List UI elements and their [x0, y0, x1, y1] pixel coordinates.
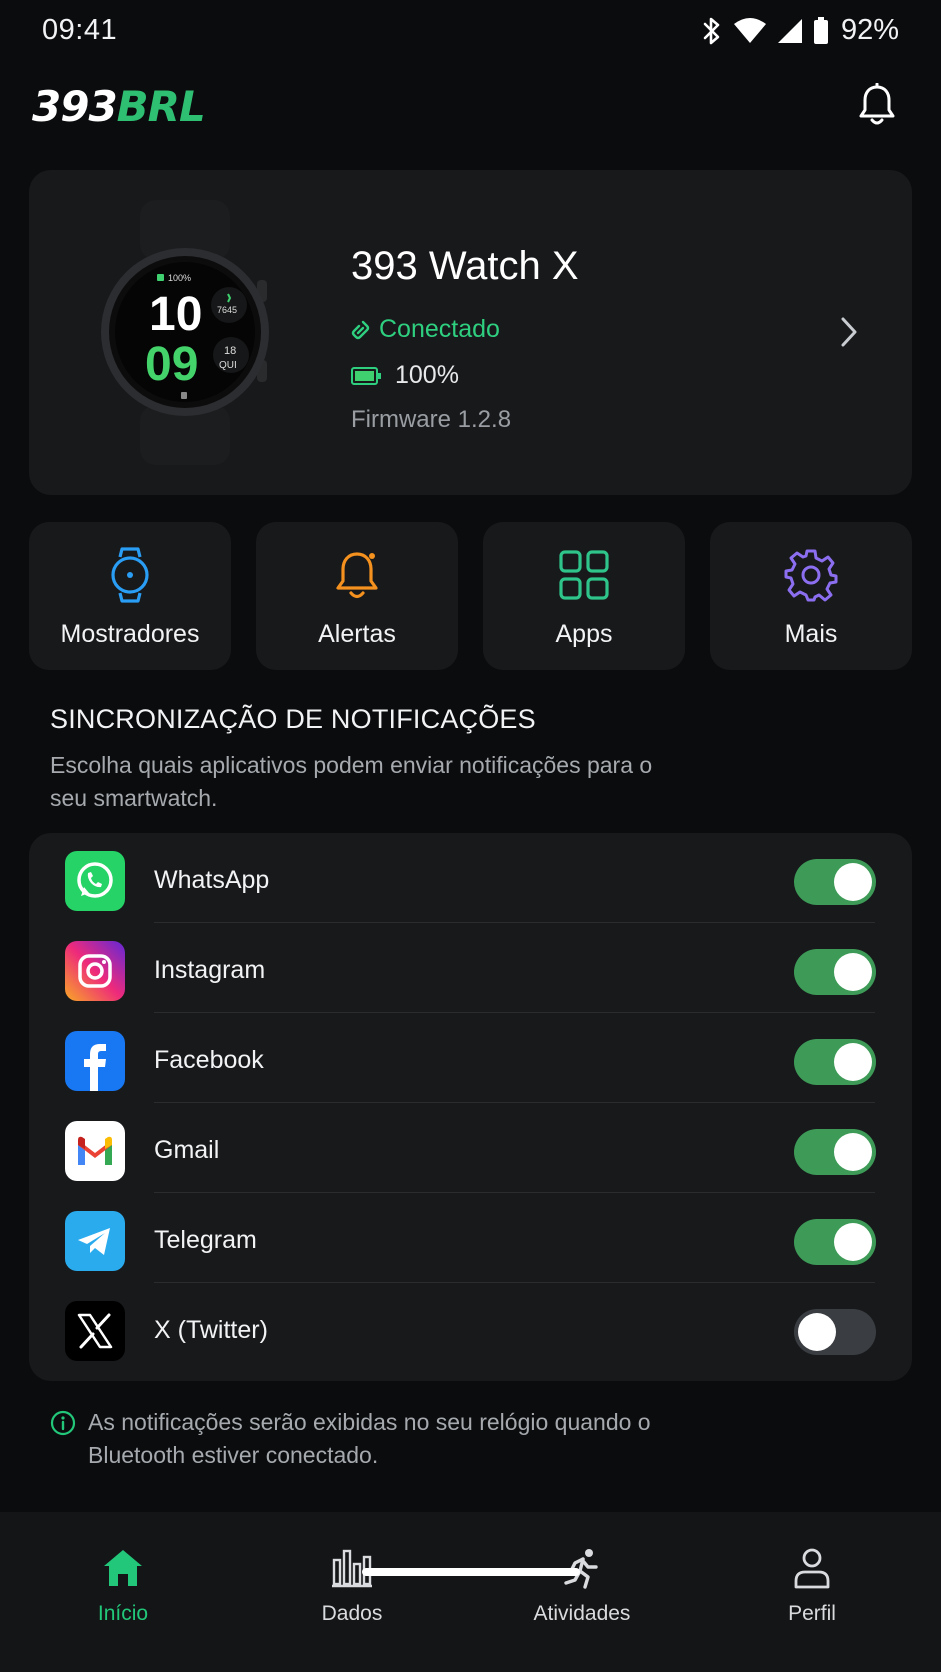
quick-action-apps[interactable]: Apps	[483, 522, 685, 670]
home-indicator	[362, 1568, 580, 1576]
nav-data[interactable]: Dados	[272, 1532, 432, 1632]
home-icon	[104, 1550, 142, 1586]
bluetooth-icon	[703, 17, 720, 44]
battery-icon	[351, 366, 381, 385]
device-battery-text: 100%	[395, 361, 459, 389]
list-item-x-twitter: X (Twitter)	[29, 1283, 912, 1373]
quick-action-watchfaces[interactable]: Mostradores	[29, 522, 231, 670]
wifi-icon	[733, 17, 766, 43]
notifications-section-subtitle: Escolha quais aplicativos podem enviar n…	[50, 752, 653, 811]
instagram-icon	[65, 941, 125, 1001]
nav-activities[interactable]: Atividades	[502, 1532, 662, 1632]
gmail-icon	[65, 1121, 125, 1181]
link-icon	[351, 320, 370, 339]
status-icons: 92%	[701, 14, 899, 47]
status-time: 09:41	[42, 14, 118, 46]
chevron-right-icon	[841, 317, 857, 347]
watch-image: 100% 10 09 7645 18 QUI	[101, 200, 269, 465]
device-card[interactable]: 100% 10 09 7645 18 QUI 393 Watch X Conec…	[29, 170, 912, 495]
app-name: Instagram	[154, 956, 266, 984]
whatsapp-toggle[interactable]	[794, 859, 876, 905]
device-name: 393 Watch X	[351, 244, 579, 288]
nav-label: Dados	[321, 1602, 383, 1625]
telegram-toggle[interactable]	[794, 1219, 876, 1265]
watchface-hour: 10	[149, 288, 202, 341]
list-item-instagram: Instagram	[29, 923, 912, 1013]
list-item-facebook: Facebook	[29, 1013, 912, 1103]
list-item-whatsapp: WhatsApp	[29, 833, 912, 923]
device-status-text: Conectado	[379, 315, 500, 343]
telegram-icon	[65, 1211, 125, 1271]
quick-action-label: Apps	[555, 620, 613, 648]
watchface-steps: 7645	[217, 305, 237, 315]
quick-action-label: Mais	[784, 620, 838, 648]
toggle-knob	[798, 1313, 836, 1351]
toggle-knob	[834, 863, 872, 901]
toggle-knob	[834, 1133, 872, 1171]
facebook-toggle[interactable]	[794, 1039, 876, 1085]
list-item-telegram: Telegram	[29, 1193, 912, 1283]
watch-icon	[111, 547, 149, 603]
toggle-knob	[834, 1223, 872, 1261]
notifications-button[interactable]	[855, 80, 899, 130]
notifications-section-title: SINCRONIZAÇÃO DE NOTIFICAÇÕES	[50, 704, 536, 734]
notification-apps-list: WhatsApp Instagram Facebook Gmail Telegr…	[29, 833, 912, 1381]
x-twitter-icon	[65, 1301, 125, 1361]
status-bar: 09:41 92%	[0, 0, 941, 62]
info-icon	[50, 1410, 76, 1436]
watchface-battery: 100%	[168, 273, 191, 283]
device-battery: 100%	[351, 361, 459, 390]
quick-action-alerts[interactable]: Alertas	[256, 522, 458, 670]
app-name: Gmail	[154, 1136, 220, 1164]
instagram-toggle[interactable]	[794, 949, 876, 995]
nav-profile[interactable]: Perfil	[732, 1532, 892, 1632]
bell-icon	[859, 83, 895, 125]
app-name: Telegram	[154, 1226, 257, 1254]
watchface-weekday: QUI	[219, 360, 237, 371]
logo-accent: BRL	[116, 81, 206, 131]
device-firmware: Firmware 1.2.8	[351, 406, 512, 433]
person-icon	[794, 1548, 830, 1589]
gear-icon	[784, 549, 838, 602]
x-twitter-toggle[interactable]	[794, 1309, 876, 1355]
list-item-gmail: Gmail	[29, 1103, 912, 1193]
device-connection-status: Conectado	[351, 315, 500, 344]
toggle-knob	[834, 953, 872, 991]
toggle-knob	[834, 1043, 872, 1081]
quick-action-more[interactable]: Mais	[710, 522, 912, 670]
info-note: As notificações serão exibidas no seu re…	[50, 1406, 750, 1472]
nav-label: Perfil	[788, 1602, 836, 1625]
nav-home[interactable]: Início	[43, 1532, 203, 1632]
whatsapp-icon	[65, 851, 125, 911]
gmail-toggle[interactable]	[794, 1129, 876, 1175]
quick-action-label: Alertas	[318, 620, 396, 648]
nav-label: Atividades	[533, 1602, 631, 1625]
device-details-button[interactable]	[834, 312, 864, 352]
app-name: X (Twitter)	[154, 1316, 268, 1344]
status-battery-percent: 92%	[840, 14, 899, 46]
app-name: Facebook	[154, 1046, 264, 1074]
logo-primary: 393	[32, 81, 118, 131]
quick-action-label: Mostradores	[60, 620, 200, 648]
cell-signal-icon	[777, 18, 802, 43]
battery-icon	[813, 16, 828, 44]
apps-grid-icon	[559, 550, 609, 600]
watchface-day: 18	[224, 345, 236, 357]
bottom-navigation: Início Dados Atividades Perfil	[0, 1512, 941, 1672]
nav-label: Início	[97, 1602, 149, 1625]
app-logo: 393 BRL	[32, 81, 206, 131]
info-note-text: As notificações serão exibidas no seu re…	[88, 1409, 651, 1468]
watchface-minute: 09	[145, 338, 198, 391]
app-name: WhatsApp	[154, 866, 270, 894]
facebook-icon	[65, 1031, 125, 1091]
bell-icon	[336, 552, 378, 599]
